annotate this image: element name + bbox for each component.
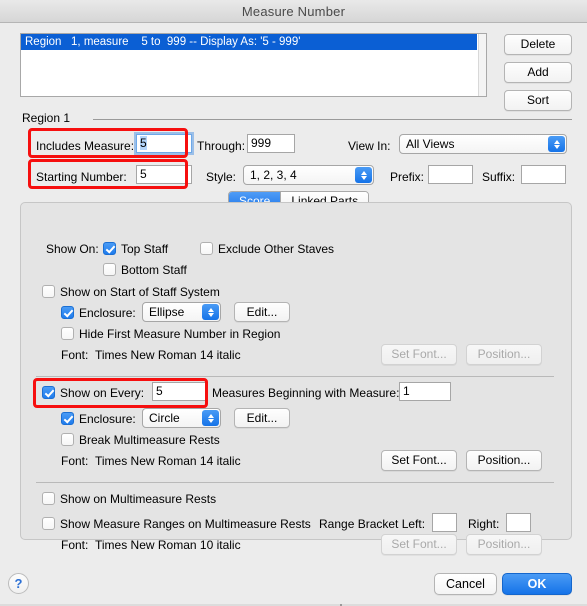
delete-button[interactable]: Delete (504, 34, 572, 55)
region-list[interactable]: Region 1, measure 5 to 999 -- Display As… (20, 33, 487, 97)
cancel-button[interactable]: Cancel (434, 573, 497, 595)
window-title: Measure Number (241, 3, 346, 19)
style-label: Style: (206, 170, 237, 184)
suffix-input[interactable] (521, 165, 566, 184)
font-value-multimeasure: Times New Roman 10 italic (95, 538, 241, 552)
break-multimeasure-rests-label: Break Multimeasure Rests (79, 433, 220, 447)
starting-number-label: Starting Number: (36, 170, 127, 184)
font-value-start: Times New Roman 14 italic (95, 348, 241, 362)
region-header-label: Region 1 (22, 111, 71, 125)
style-dropdown[interactable]: 1, 2, 3, 4 (243, 165, 374, 185)
measure-number-dialog: Measure Number Region 1, measure 5 to 99… (0, 0, 587, 606)
chevron-updown-icon (548, 136, 565, 152)
window-titlebar: Measure Number (0, 0, 587, 23)
chevron-updown-icon (202, 304, 219, 320)
range-bracket-right-label: Right: (468, 517, 500, 531)
checkbox-exclude-other-staves[interactable] (200, 242, 213, 255)
measures-beginning-label: Measures Beginning with Measure: (212, 386, 400, 400)
top-staff-label: Top Staff (121, 242, 169, 256)
checkbox-enclosure-start[interactable] (61, 306, 74, 319)
show-on-every-input[interactable]: 5 (152, 382, 206, 401)
view-in-dropdown[interactable]: All Views (399, 134, 567, 154)
through-input[interactable]: 999 (247, 134, 295, 153)
position-start-button[interactable]: Position... (466, 344, 542, 365)
through-label: Through: (197, 139, 246, 153)
sort-button[interactable]: Sort (504, 90, 572, 111)
add-button[interactable]: Add (504, 62, 572, 83)
starting-number-input[interactable]: 5 (136, 165, 192, 184)
set-font-every-button[interactable]: Set Font... (381, 450, 457, 471)
view-in-label: View In: (348, 139, 391, 153)
font-label-multimeasure: Font: (61, 538, 89, 552)
checkbox-show-on-every[interactable] (42, 386, 55, 399)
checkbox-top-staff[interactable] (103, 242, 116, 255)
position-multimeasure-button[interactable]: Position... (466, 534, 542, 555)
enclosure-start-dropdown[interactable]: Ellipse (142, 302, 221, 322)
enclosure-every-value: Circle (149, 411, 180, 425)
panel-divider-2 (36, 482, 554, 483)
chevron-updown-icon (202, 410, 219, 426)
hide-first-measure-number-label: Hide First Measure Number in Region (79, 327, 281, 341)
enclosure-start-label: Enclosure: (79, 306, 136, 320)
includes-measure-input[interactable]: 5 (136, 134, 192, 153)
position-every-button[interactable]: Position... (466, 450, 542, 471)
checkbox-enclosure-every[interactable] (61, 412, 74, 425)
enclosure-every-dropdown[interactable]: Circle (142, 408, 221, 428)
panel-divider-1 (36, 376, 554, 377)
show-on-every-label: Show on Every: (60, 386, 145, 400)
checkbox-break-multimeasure-rests[interactable] (61, 433, 74, 446)
set-font-multimeasure-button[interactable]: Set Font... (381, 534, 457, 555)
includes-measure-value: 5 (140, 136, 147, 150)
view-in-value: All Views (406, 137, 455, 151)
ok-button[interactable]: OK (502, 573, 572, 595)
measures-beginning-input[interactable]: 1 (399, 382, 451, 401)
checkbox-show-on-multimeasure-rests[interactable] (42, 492, 55, 505)
range-bracket-left-input[interactable] (432, 513, 457, 532)
includes-measure-label: Includes Measure: (36, 139, 135, 153)
checkbox-bottom-staff[interactable] (103, 263, 116, 276)
help-button[interactable]: ? (8, 573, 29, 594)
show-measure-ranges-label: Show Measure Ranges on Multimeasure Rest… (60, 517, 311, 531)
range-bracket-right-input[interactable] (506, 513, 531, 532)
show-on-label: Show On: (46, 242, 99, 256)
checkbox-hide-first-measure-number[interactable] (61, 327, 74, 340)
show-on-start-of-staff-system-label: Show on Start of Staff System (60, 285, 220, 299)
prefix-input[interactable] (428, 165, 473, 184)
set-font-start-button[interactable]: Set Font... (381, 344, 457, 365)
checkbox-show-measure-ranges[interactable] (42, 517, 55, 530)
bottom-staff-label: Bottom Staff (121, 263, 187, 277)
suffix-label: Suffix: (482, 170, 516, 184)
chevron-updown-icon (355, 167, 372, 183)
region-list-scrollbar[interactable] (478, 34, 486, 96)
font-label-start: Font: (61, 348, 89, 362)
style-value: 1, 2, 3, 4 (250, 168, 297, 182)
edit-enclosure-every-button[interactable]: Edit... (234, 408, 290, 428)
font-value-every: Times New Roman 14 italic (95, 454, 241, 468)
exclude-other-staves-label: Exclude Other Staves (218, 242, 335, 256)
enclosure-every-label: Enclosure: (79, 412, 136, 426)
checkbox-show-on-start-of-staff-system[interactable] (42, 285, 55, 298)
show-on-multimeasure-rests-label: Show on Multimeasure Rests (60, 492, 217, 506)
region-header-divider (93, 119, 572, 120)
font-label-every: Font: (61, 454, 89, 468)
enclosure-start-value: Ellipse (149, 305, 185, 319)
range-bracket-left-label: Range Bracket Left: (319, 517, 426, 531)
edit-enclosure-start-button[interactable]: Edit... (234, 302, 290, 322)
prefix-label: Prefix: (390, 170, 425, 184)
list-item[interactable]: Region 1, measure 5 to 999 -- Display As… (21, 34, 477, 50)
